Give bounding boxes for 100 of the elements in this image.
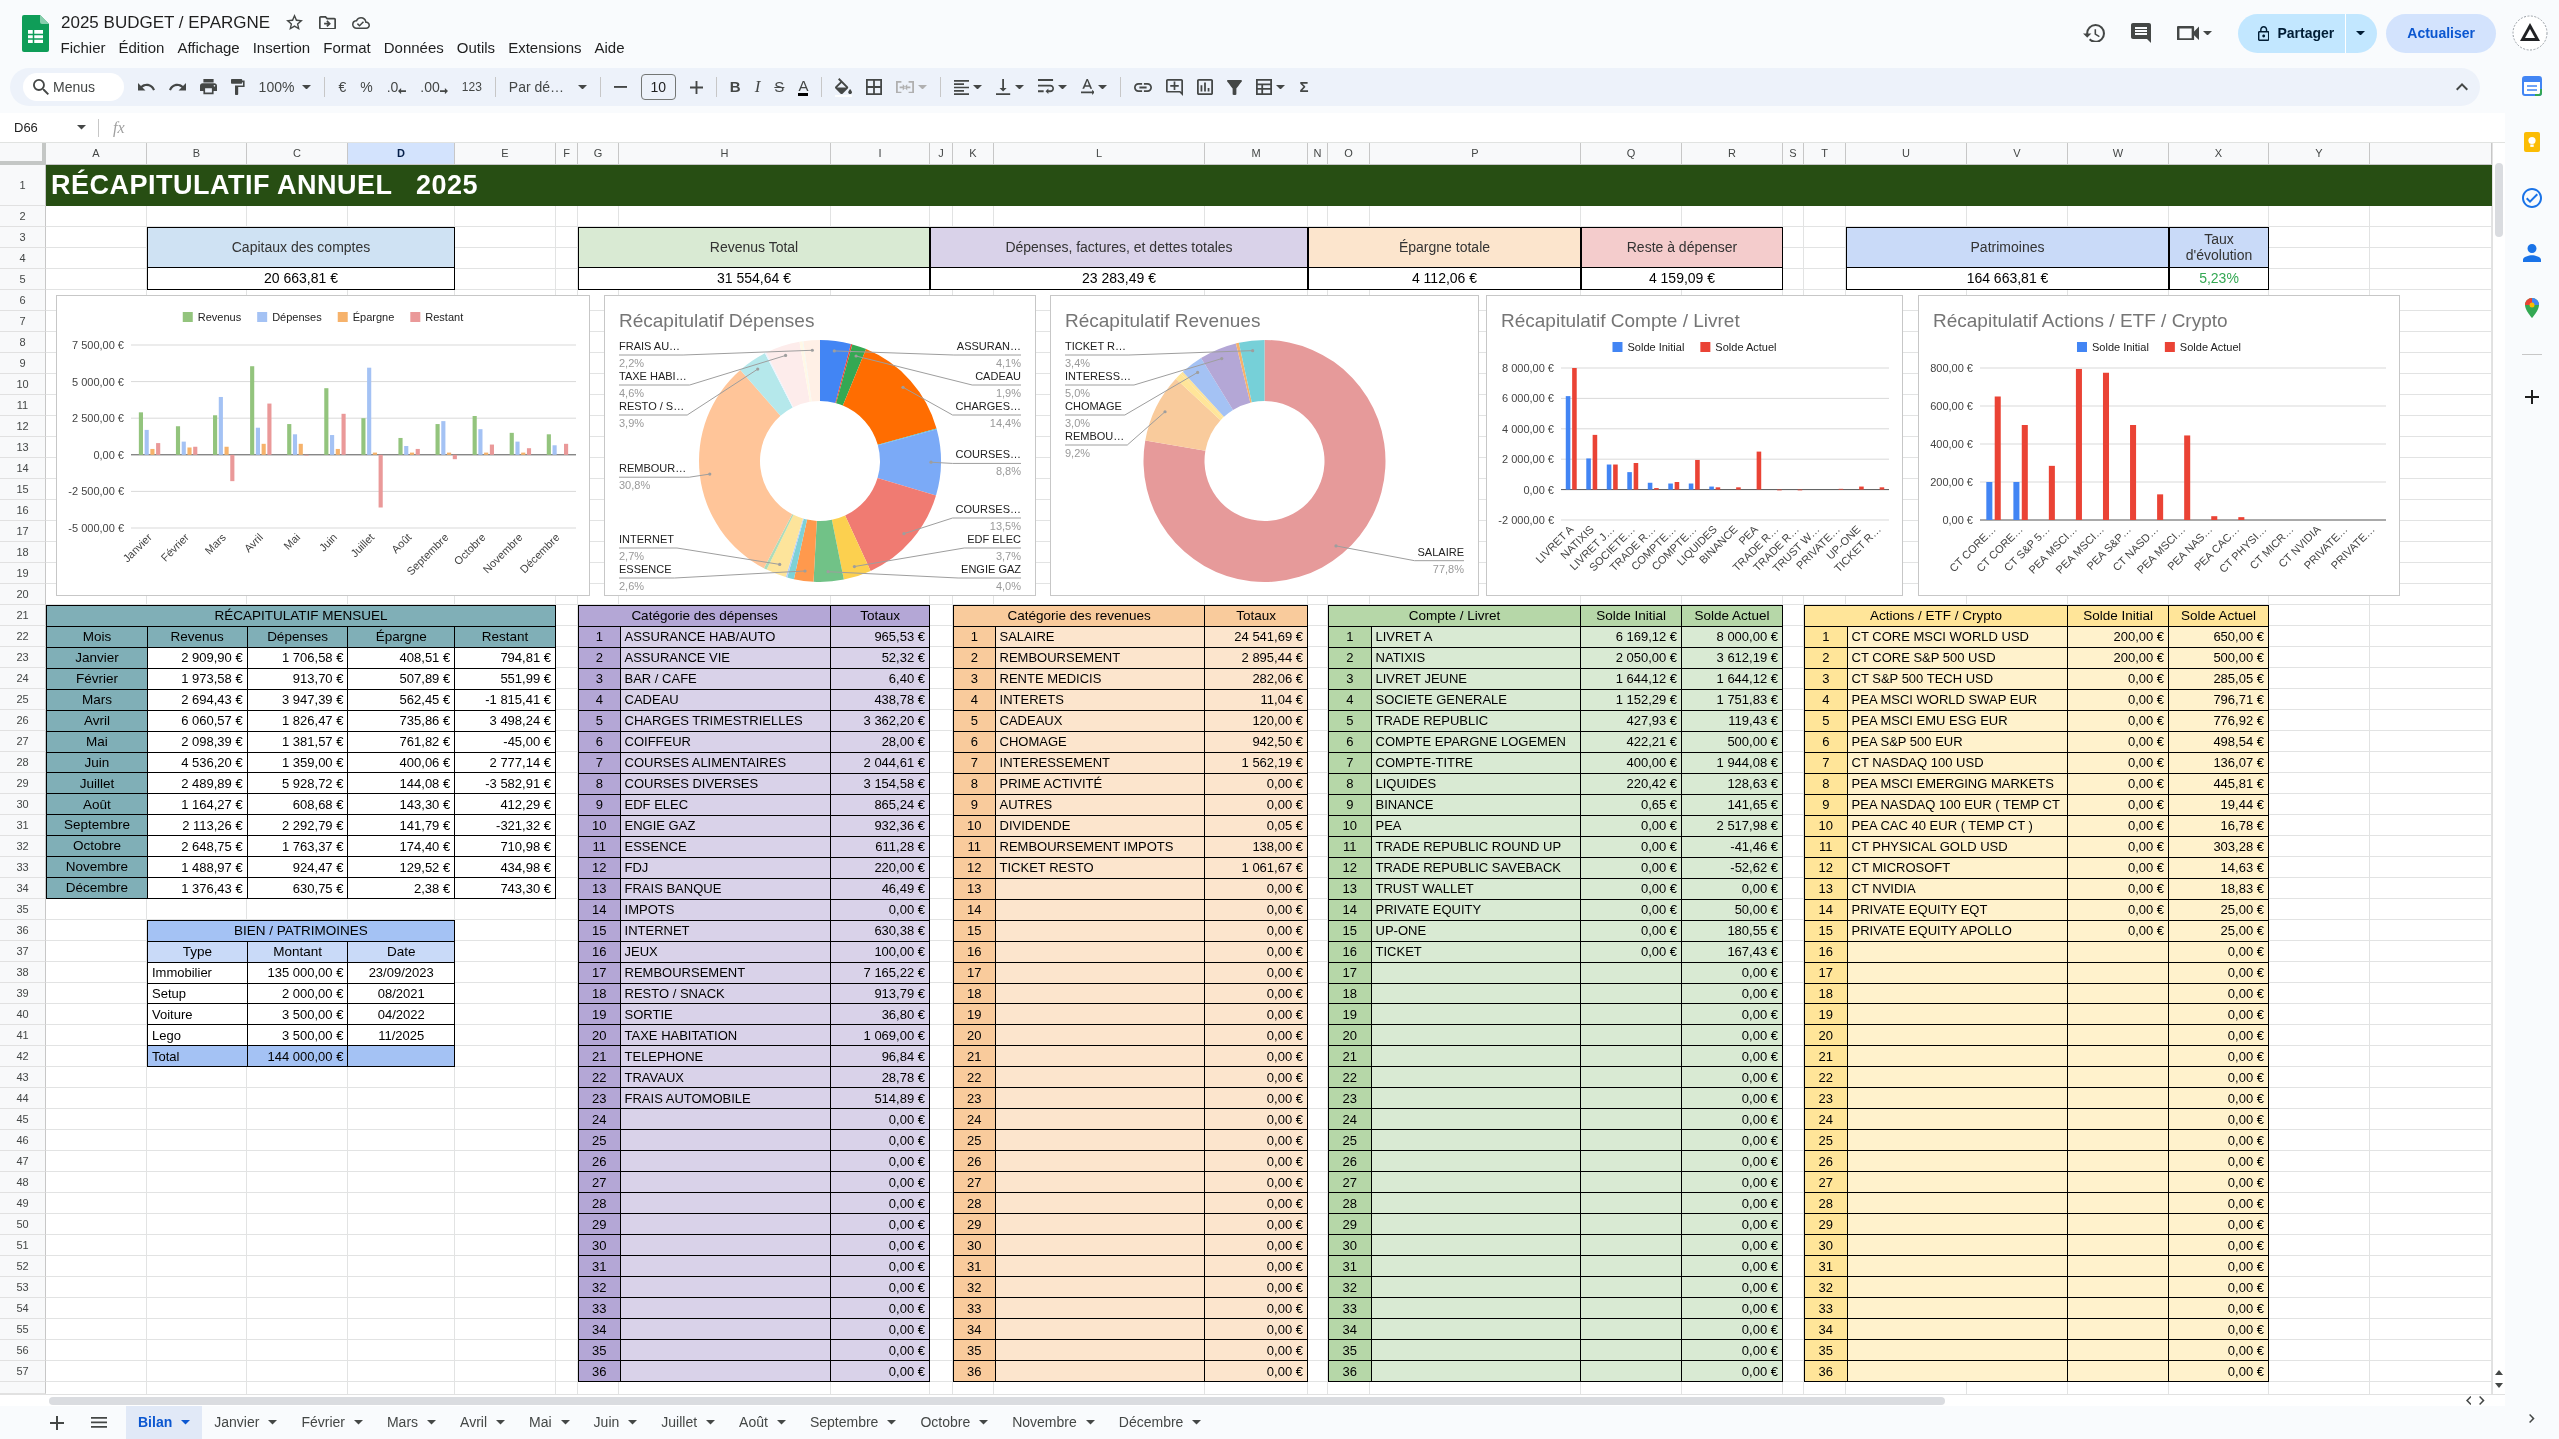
chevron-right-icon[interactable] [2529,1414,2535,1423]
align-left-icon[interactable] [954,79,970,95]
zoom-dropdown[interactable]: 100% [258,78,312,96]
row-header[interactable]: 33 [0,857,46,878]
column-header[interactable]: B [147,143,247,165]
row-header[interactable]: 34 [0,878,46,899]
sheet-tab[interactable]: Mars [374,1406,449,1439]
caret-icon[interactable] [973,84,983,90]
column-header[interactable]: Y [2269,143,2370,165]
comment-icon[interactable] [2131,23,2152,43]
paint-roller-icon[interactable] [231,79,245,95]
update-button[interactable]: Actualiser [2386,13,2496,53]
column-header[interactable]: I [831,143,930,165]
menu-item[interactable]: Fichier [54,36,112,59]
caret-icon[interactable] [1057,84,1067,90]
row-header[interactable]: 18 [0,542,46,563]
row-header[interactable]: 3 [0,227,46,248]
map-pin-icon[interactable] [2525,298,2539,318]
column-header[interactable]: W [2068,143,2169,165]
undo-icon[interactable] [138,83,155,91]
plus-icon[interactable] [50,1415,64,1430]
cloud-check-icon[interactable] [352,16,371,29]
row-header[interactable]: 11 [0,395,46,416]
star-icon[interactable] [286,14,304,31]
sheet-tab[interactable]: Novembre [1000,1406,1107,1439]
scroll-left-icon[interactable] [2465,1396,2472,1405]
row-header[interactable]: 53 [0,1277,46,1298]
column-header[interactable]: C [247,143,348,165]
column-header[interactable]: Q [1581,143,1682,165]
row-header[interactable]: 38 [0,962,46,983]
filter-icon[interactable] [1227,79,1243,95]
row-header[interactable]: 10 [0,374,46,395]
row-header[interactable]: 41 [0,1025,46,1046]
folder-icon[interactable] [319,15,337,30]
column-header[interactable]: G [578,143,619,165]
sheet-tab[interactable]: Avril [448,1406,518,1439]
sheet-tab[interactable]: Juillet [649,1406,728,1439]
row-header[interactable]: 25 [0,689,46,710]
menu-icon[interactable] [91,1417,107,1428]
column-header[interactable]: M [1205,143,1308,165]
caret-icon[interactable] [1014,84,1024,90]
row-header[interactable]: 55 [0,1319,46,1340]
functions-button[interactable]: Σ [1299,78,1309,96]
row-header[interactable]: 27 [0,731,46,752]
grid-icon[interactable] [866,79,883,95]
column-header[interactable]: O [1328,143,1370,165]
vertical-scrollbar[interactable] [2495,163,2503,237]
menu-item[interactable]: Affichage [170,36,247,59]
decrease-decimals-button[interactable]: .0 [386,78,407,96]
video-camera-icon[interactable] [2177,25,2200,41]
cell-reference-field[interactable]: D66 [0,115,92,140]
row-header[interactable]: 13 [0,437,46,458]
row-header[interactable]: 22 [0,626,46,647]
column-header[interactable]: P [1370,143,1581,165]
plus-icon[interactable] [2525,390,2539,404]
row-header[interactable]: 15 [0,479,46,500]
column-header[interactable]: E [455,143,556,165]
column-header[interactable]: D [348,143,455,165]
column-header[interactable]: L [994,143,1205,165]
align-bottom-icon[interactable] [996,79,1011,95]
row-header[interactable]: 57 [0,1361,46,1382]
row-header[interactable]: 50 [0,1214,46,1235]
scroll-right-icon[interactable] [2479,1396,2485,1405]
row-header[interactable]: 43 [0,1067,46,1088]
caret-icon[interactable] [1098,84,1108,90]
row-header[interactable]: 14 [0,458,46,479]
document-title[interactable]: 2025 BUDGET / EPARGNE [61,11,271,34]
row-header[interactable]: 32 [0,836,46,857]
increase-decimals-button[interactable]: .00 [420,78,448,96]
column-header[interactable]: U [1846,143,1967,165]
bar-chart-icon[interactable] [1197,79,1214,95]
column-header[interactable]: J [930,143,953,165]
menu-item[interactable]: Édition [112,36,171,59]
row-header[interactable]: 44 [0,1088,46,1109]
row-header[interactable]: 12 [0,416,46,437]
menu-item[interactable]: Données [377,36,451,59]
row-header[interactable]: 56 [0,1340,46,1361]
printer-icon[interactable] [200,79,217,95]
share-button[interactable]: Partager [2238,13,2378,53]
scroll-down-icon[interactable] [2495,1383,2503,1388]
row-header[interactable]: 6 [0,290,46,311]
text-wrap-icon[interactable] [1037,79,1054,95]
scroll-up-icon[interactable] [2495,1370,2503,1375]
column-header[interactable]: F [556,143,578,165]
percent-format-button[interactable]: % [360,78,373,96]
italic-button[interactable]: I [754,78,761,96]
row-header[interactable]: 5 [0,269,46,290]
sheet-tab[interactable]: Bilan [126,1406,203,1439]
row-header[interactable]: 23 [0,647,46,668]
row-header[interactable]: 47 [0,1151,46,1172]
history-icon[interactable] [2083,23,2106,43]
row-header[interactable]: 26 [0,710,46,731]
sheet-tab[interactable]: Juin [581,1406,650,1439]
row-header[interactable]: 54 [0,1298,46,1319]
menu-search-field[interactable]: Menus [23,73,124,101]
row-header[interactable]: 20 [0,584,46,605]
column-header[interactable]: T [1804,143,1846,165]
column-header[interactable]: H [619,143,831,165]
sheet-tab[interactable]: Octobre [908,1406,1001,1439]
column-header[interactable]: R [1682,143,1783,165]
